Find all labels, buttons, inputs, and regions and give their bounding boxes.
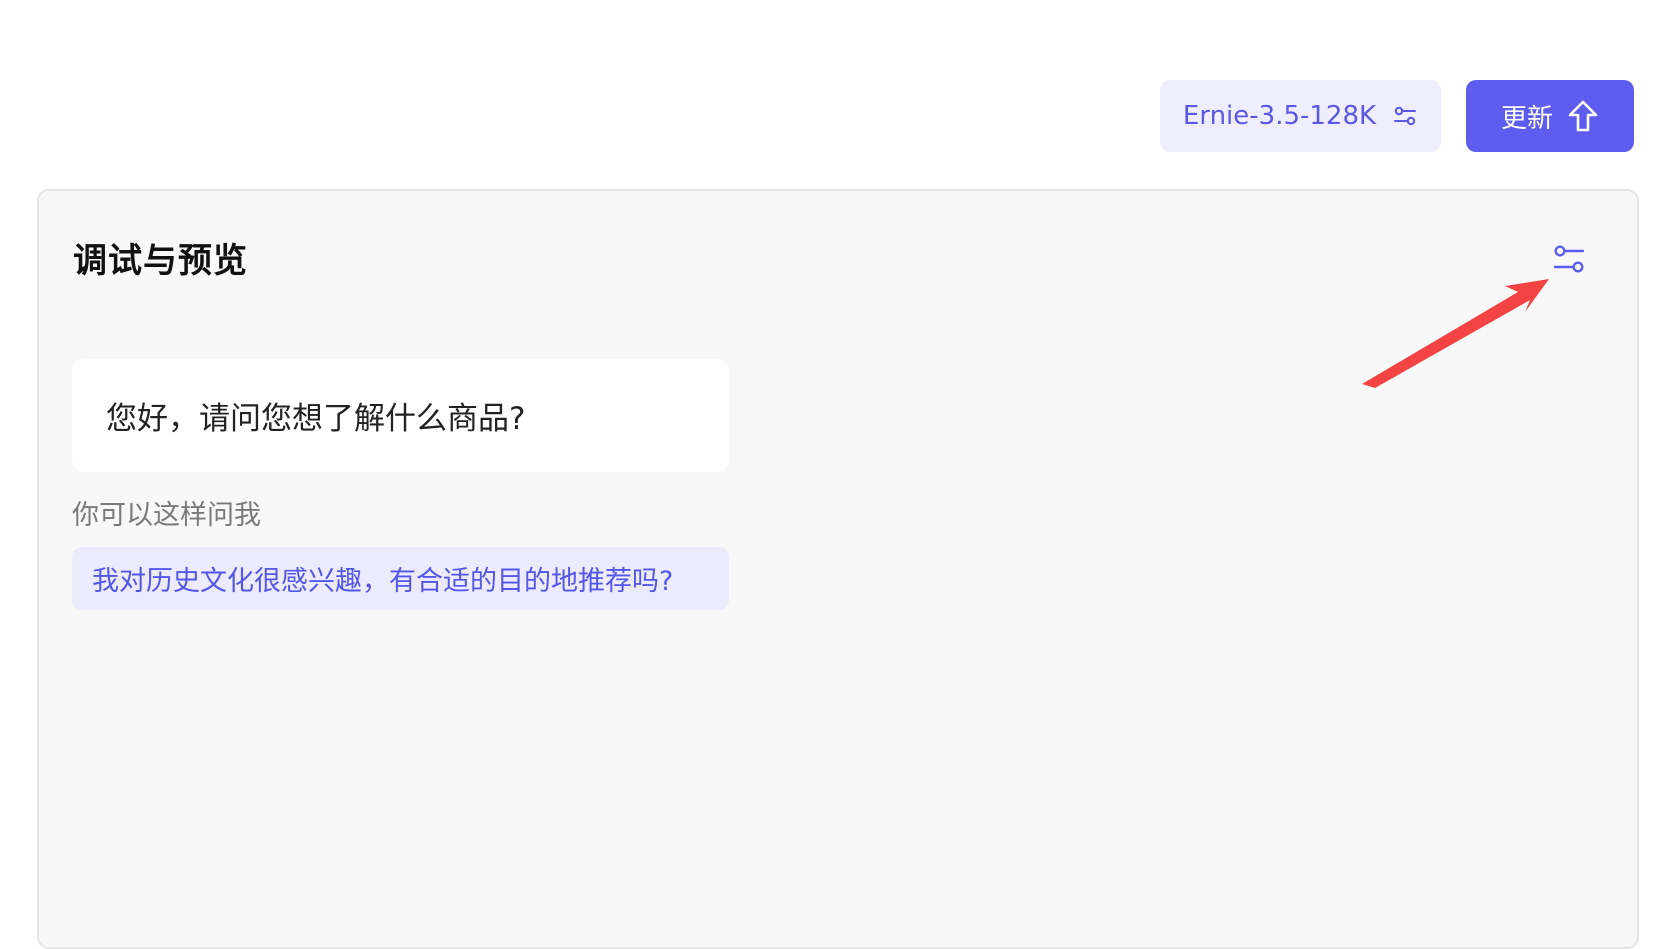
debug-preview-panel: 调试与预览 您好，请问您想了解什么商品? 你可以这样问我 我对历史文化很感兴趣，…	[37, 189, 1639, 949]
model-select-button[interactable]: Ernie-3.5-128K	[1160, 80, 1441, 152]
top-toolbar: Ernie-3.5-128K 更新	[0, 0, 1662, 180]
sliders-icon	[1392, 103, 1418, 129]
arrow-up-icon	[1567, 99, 1599, 133]
welcome-message: 您好，请问您想了解什么商品?	[106, 401, 526, 437]
sliders-icon[interactable]	[1551, 241, 1587, 277]
update-button-label: 更新	[1500, 103, 1553, 134]
model-name-label: Ernie-3.5-128K	[1182, 101, 1377, 131]
suggestion-label: 你可以这样问我	[72, 500, 261, 531]
suggested-question[interactable]: 我对历史文化很感兴趣，有合适的目的地推荐吗?	[72, 547, 729, 610]
update-button[interactable]: 更新	[1466, 80, 1634, 152]
panel-title: 调试与预览	[73, 241, 248, 281]
welcome-message-card: 您好，请问您想了解什么商品?	[72, 359, 729, 472]
suggested-question-text: 我对历史文化很感兴趣，有合适的目的地推荐吗?	[92, 566, 674, 597]
